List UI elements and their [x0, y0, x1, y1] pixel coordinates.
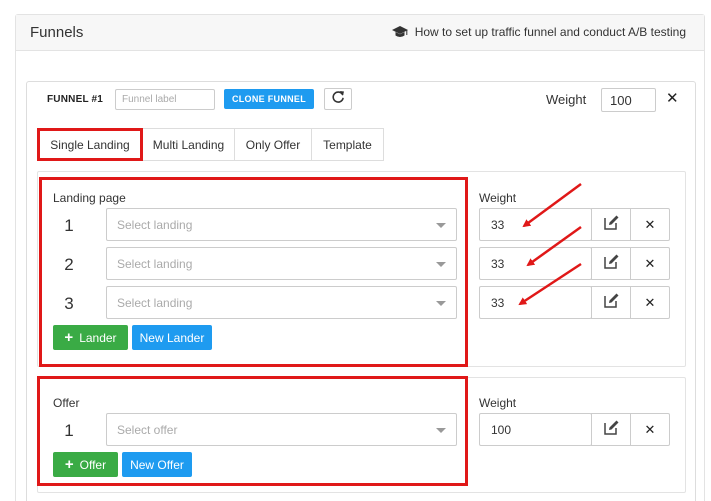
funnel-number: FUNNEL #1	[47, 94, 104, 105]
landing-weight-input[interactable]	[479, 208, 592, 241]
help-link[interactable]: How to set up traffic funnel and conduct…	[391, 25, 686, 39]
landing-select-placeholder: Select landing	[117, 217, 193, 232]
add-lander-button[interactable]: + Lander	[53, 325, 128, 350]
plus-icon: +	[64, 329, 74, 346]
landing-select[interactable]: Select landing	[106, 208, 457, 241]
landing-select-placeholder: Select landing	[117, 256, 193, 271]
page-title: Funnels	[30, 24, 84, 41]
remove-landing-button[interactable]: ✕	[630, 208, 670, 241]
refresh-icon	[331, 90, 345, 109]
landing-weight-input[interactable]	[479, 286, 592, 319]
offer-weight-label: Weight	[479, 396, 517, 410]
close-icon: ✕	[644, 217, 656, 232]
edit-icon	[603, 215, 619, 235]
add-offer-label: Offer	[79, 457, 107, 472]
remove-landing-button[interactable]: ✕	[630, 247, 670, 280]
edit-icon	[603, 254, 619, 274]
landing-select[interactable]: Select landing	[106, 247, 457, 280]
edit-landing-button[interactable]	[591, 286, 631, 319]
plus-icon: +	[64, 456, 74, 473]
new-lander-button[interactable]: New Lander	[132, 325, 212, 350]
clone-funnel-button[interactable]: CLONE FUNNEL	[224, 89, 314, 109]
tab-only-offer[interactable]: Only Offer	[235, 128, 312, 161]
add-offer-button[interactable]: + Offer	[53, 452, 118, 477]
chevron-down-icon	[436, 428, 446, 433]
remove-landing-button[interactable]: ✕	[630, 286, 670, 319]
landing-select-placeholder: Select landing	[117, 295, 193, 310]
offer-label: Offer	[53, 396, 80, 410]
funnel-weight-label: Weight	[546, 92, 587, 107]
edit-landing-button[interactable]	[591, 247, 631, 280]
landing-select[interactable]: Select landing	[106, 286, 457, 319]
funnel-type-tabs: Single Landing Multi Landing Only Offer …	[37, 128, 384, 161]
new-offer-button[interactable]: New Offer	[122, 452, 192, 477]
tab-single-landing[interactable]: Single Landing	[37, 128, 143, 161]
add-lander-label: Lander	[79, 330, 117, 345]
close-icon: ✕	[644, 256, 656, 271]
funnel-weight-input[interactable]	[601, 88, 656, 112]
tab-multi-landing[interactable]: Multi Landing	[143, 128, 235, 161]
chevron-down-icon	[436, 223, 446, 228]
edit-offer-button[interactable]	[591, 413, 631, 446]
graduation-cap-icon	[391, 25, 408, 39]
close-icon: ✕	[644, 295, 656, 310]
landing-weight-label: Weight	[479, 191, 517, 205]
landing-row-number: 1	[64, 216, 74, 235]
remove-offer-button[interactable]: ✕	[630, 413, 670, 446]
offer-weight-input[interactable]	[479, 413, 592, 446]
edit-icon	[603, 420, 619, 440]
offer-select[interactable]: Select offer	[106, 413, 457, 446]
landing-weight-input[interactable]	[479, 247, 592, 280]
offer-select-placeholder: Select offer	[117, 422, 178, 437]
refresh-button[interactable]	[324, 88, 352, 110]
funnel-label-input[interactable]	[115, 89, 215, 110]
close-icon: ✕	[644, 422, 656, 437]
chevron-down-icon	[436, 262, 446, 267]
landing-row-number: 2	[64, 255, 74, 274]
help-link-text: How to set up traffic funnel and conduct…	[414, 25, 686, 39]
tab-template[interactable]: Template	[312, 128, 384, 161]
edit-icon	[603, 293, 619, 313]
chevron-down-icon	[436, 301, 446, 306]
edit-landing-button[interactable]	[591, 208, 631, 241]
panel-header: Funnels How to set up traffic funnel and…	[16, 15, 704, 51]
landing-row-number: 3	[64, 294, 74, 313]
offer-row-number: 1	[64, 421, 74, 440]
close-icon[interactable]: ✕	[666, 91, 679, 107]
landing-page-label: Landing page	[53, 191, 126, 205]
